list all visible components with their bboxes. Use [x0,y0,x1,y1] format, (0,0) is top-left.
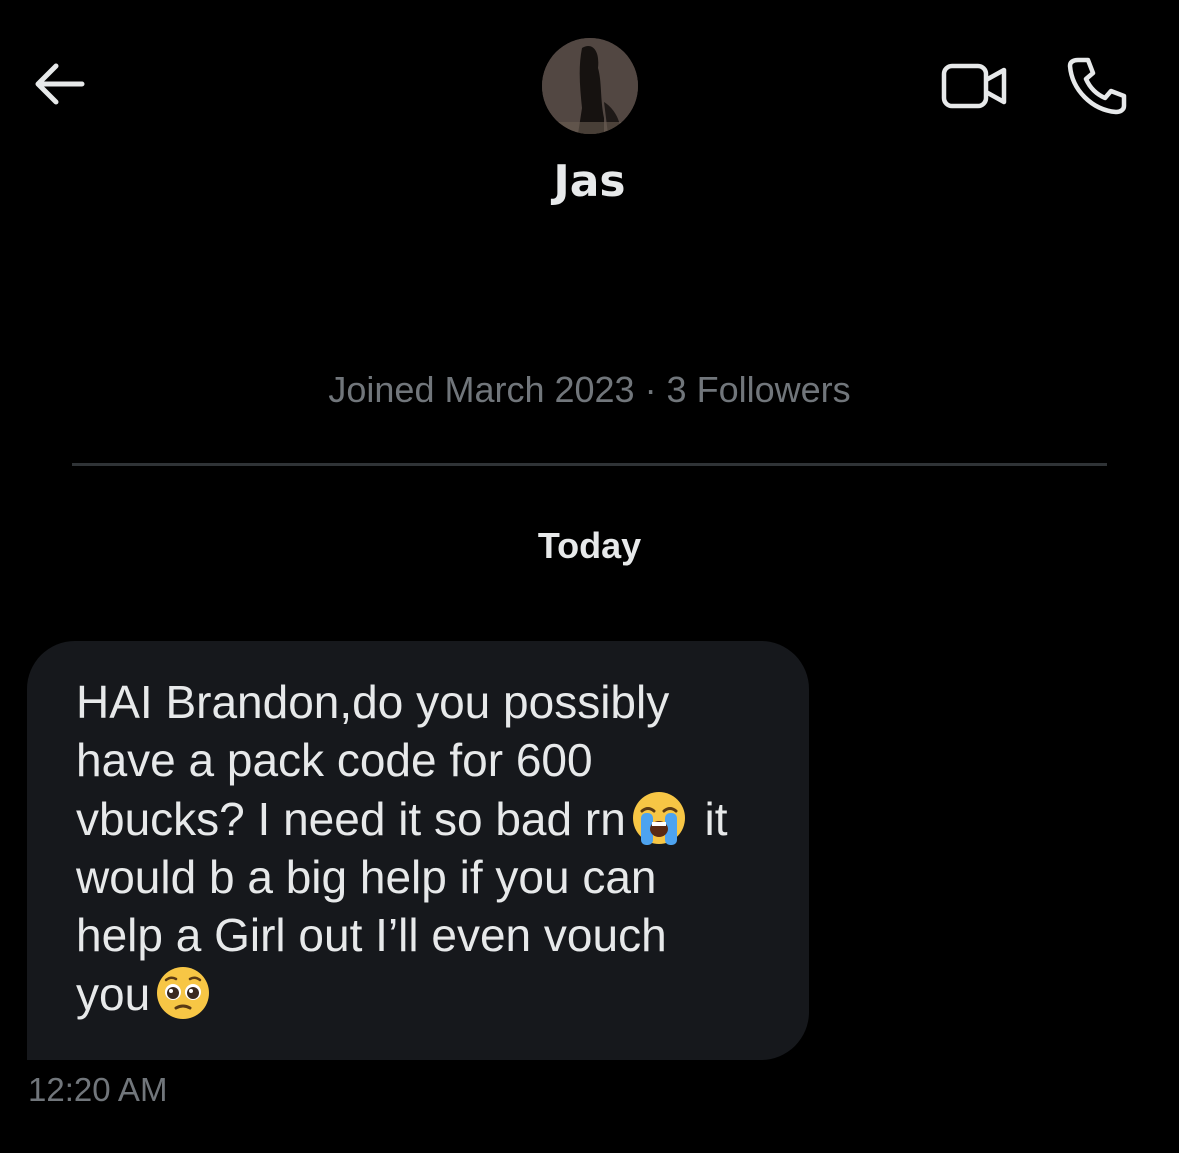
message-timestamp: 12:20 AM [28,1071,168,1108]
video-call-button[interactable] [940,58,1010,114]
avatar[interactable] [542,38,638,134]
contact-name[interactable]: Jas [0,152,1179,212]
profile-meta: Joined March 2023 · 3 Followers [328,369,851,410]
message-text: HAI Brandon,do you possibly have a pack … [76,673,769,1023]
video-camera-icon [941,63,1007,109]
message-line: have a pack code for 600 [76,734,593,786]
date-separator: Today [537,525,642,566]
message-line: you [76,968,151,1020]
message-line: would b a big help if you can [76,851,657,903]
profile-photo [542,38,638,134]
back-button[interactable] [30,58,88,110]
message-line: vbucks? I need it so bad rn [76,793,626,845]
phone-icon [1067,57,1127,115]
loudly-crying-face-emoji [630,789,688,847]
message-line: HAI Brandon,do you possibly [76,676,670,728]
pleading-face-emoji [154,964,212,1022]
message-line: it [691,793,728,845]
message-line: help a Girl out I’ll even vouch [76,909,667,961]
message-bubble[interactable]: HAI Brandon,do you possibly have a pack … [27,641,809,1060]
arrow-left-icon [35,63,85,105]
divider [72,463,1107,466]
voice-call-button[interactable] [1062,54,1128,116]
